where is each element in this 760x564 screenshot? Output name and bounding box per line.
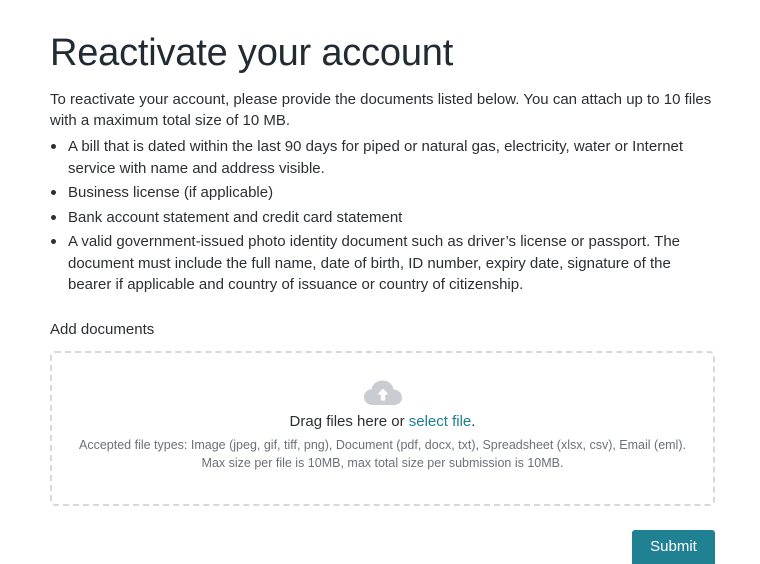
add-documents-label: Add documents xyxy=(50,320,155,338)
bullet-icon xyxy=(51,214,56,220)
bullet-icon xyxy=(51,144,56,149)
requirement-text: A bill that is dated within the last 90 … xyxy=(68,138,684,177)
intro-text: To reactivate your account, please provi… xyxy=(50,91,712,129)
requirement-text: A valid government-issued photo identity… xyxy=(68,233,680,293)
list-item: Bank account statement and credit card s… xyxy=(50,207,715,229)
bullet-icon xyxy=(51,190,56,195)
bullet-icon xyxy=(51,239,56,244)
requirement-text: Business license (if applicable) xyxy=(68,184,274,201)
requirement-text: Bank account statement and credit card s… xyxy=(68,208,403,226)
drag-suffix: . xyxy=(471,412,476,430)
list-item: Business license (if applicable) xyxy=(50,182,715,204)
file-dropzone[interactable]: Drag files here or select file. Accepted… xyxy=(50,350,715,506)
cloud-upload-icon xyxy=(363,380,402,405)
accepted-file-types: Accepted file types: Image (jpeg, gif, t… xyxy=(79,437,686,470)
page-title: Reactivate your account xyxy=(50,32,454,74)
drag-instructions: Drag files here or select file. xyxy=(52,412,713,432)
requirements-list: A bill that is dated within the last 90 … xyxy=(50,136,715,296)
reactivate-account-page: Reactivate your account To reactivate yo… xyxy=(50,0,715,506)
select-file-link[interactable]: select file xyxy=(409,413,472,430)
list-item: A valid government-issued photo identity… xyxy=(50,231,715,296)
submit-button[interactable]: Submit xyxy=(632,530,715,564)
drag-text: Drag files here or xyxy=(289,412,409,430)
list-item: A bill that is dated within the last 90 … xyxy=(50,136,715,179)
